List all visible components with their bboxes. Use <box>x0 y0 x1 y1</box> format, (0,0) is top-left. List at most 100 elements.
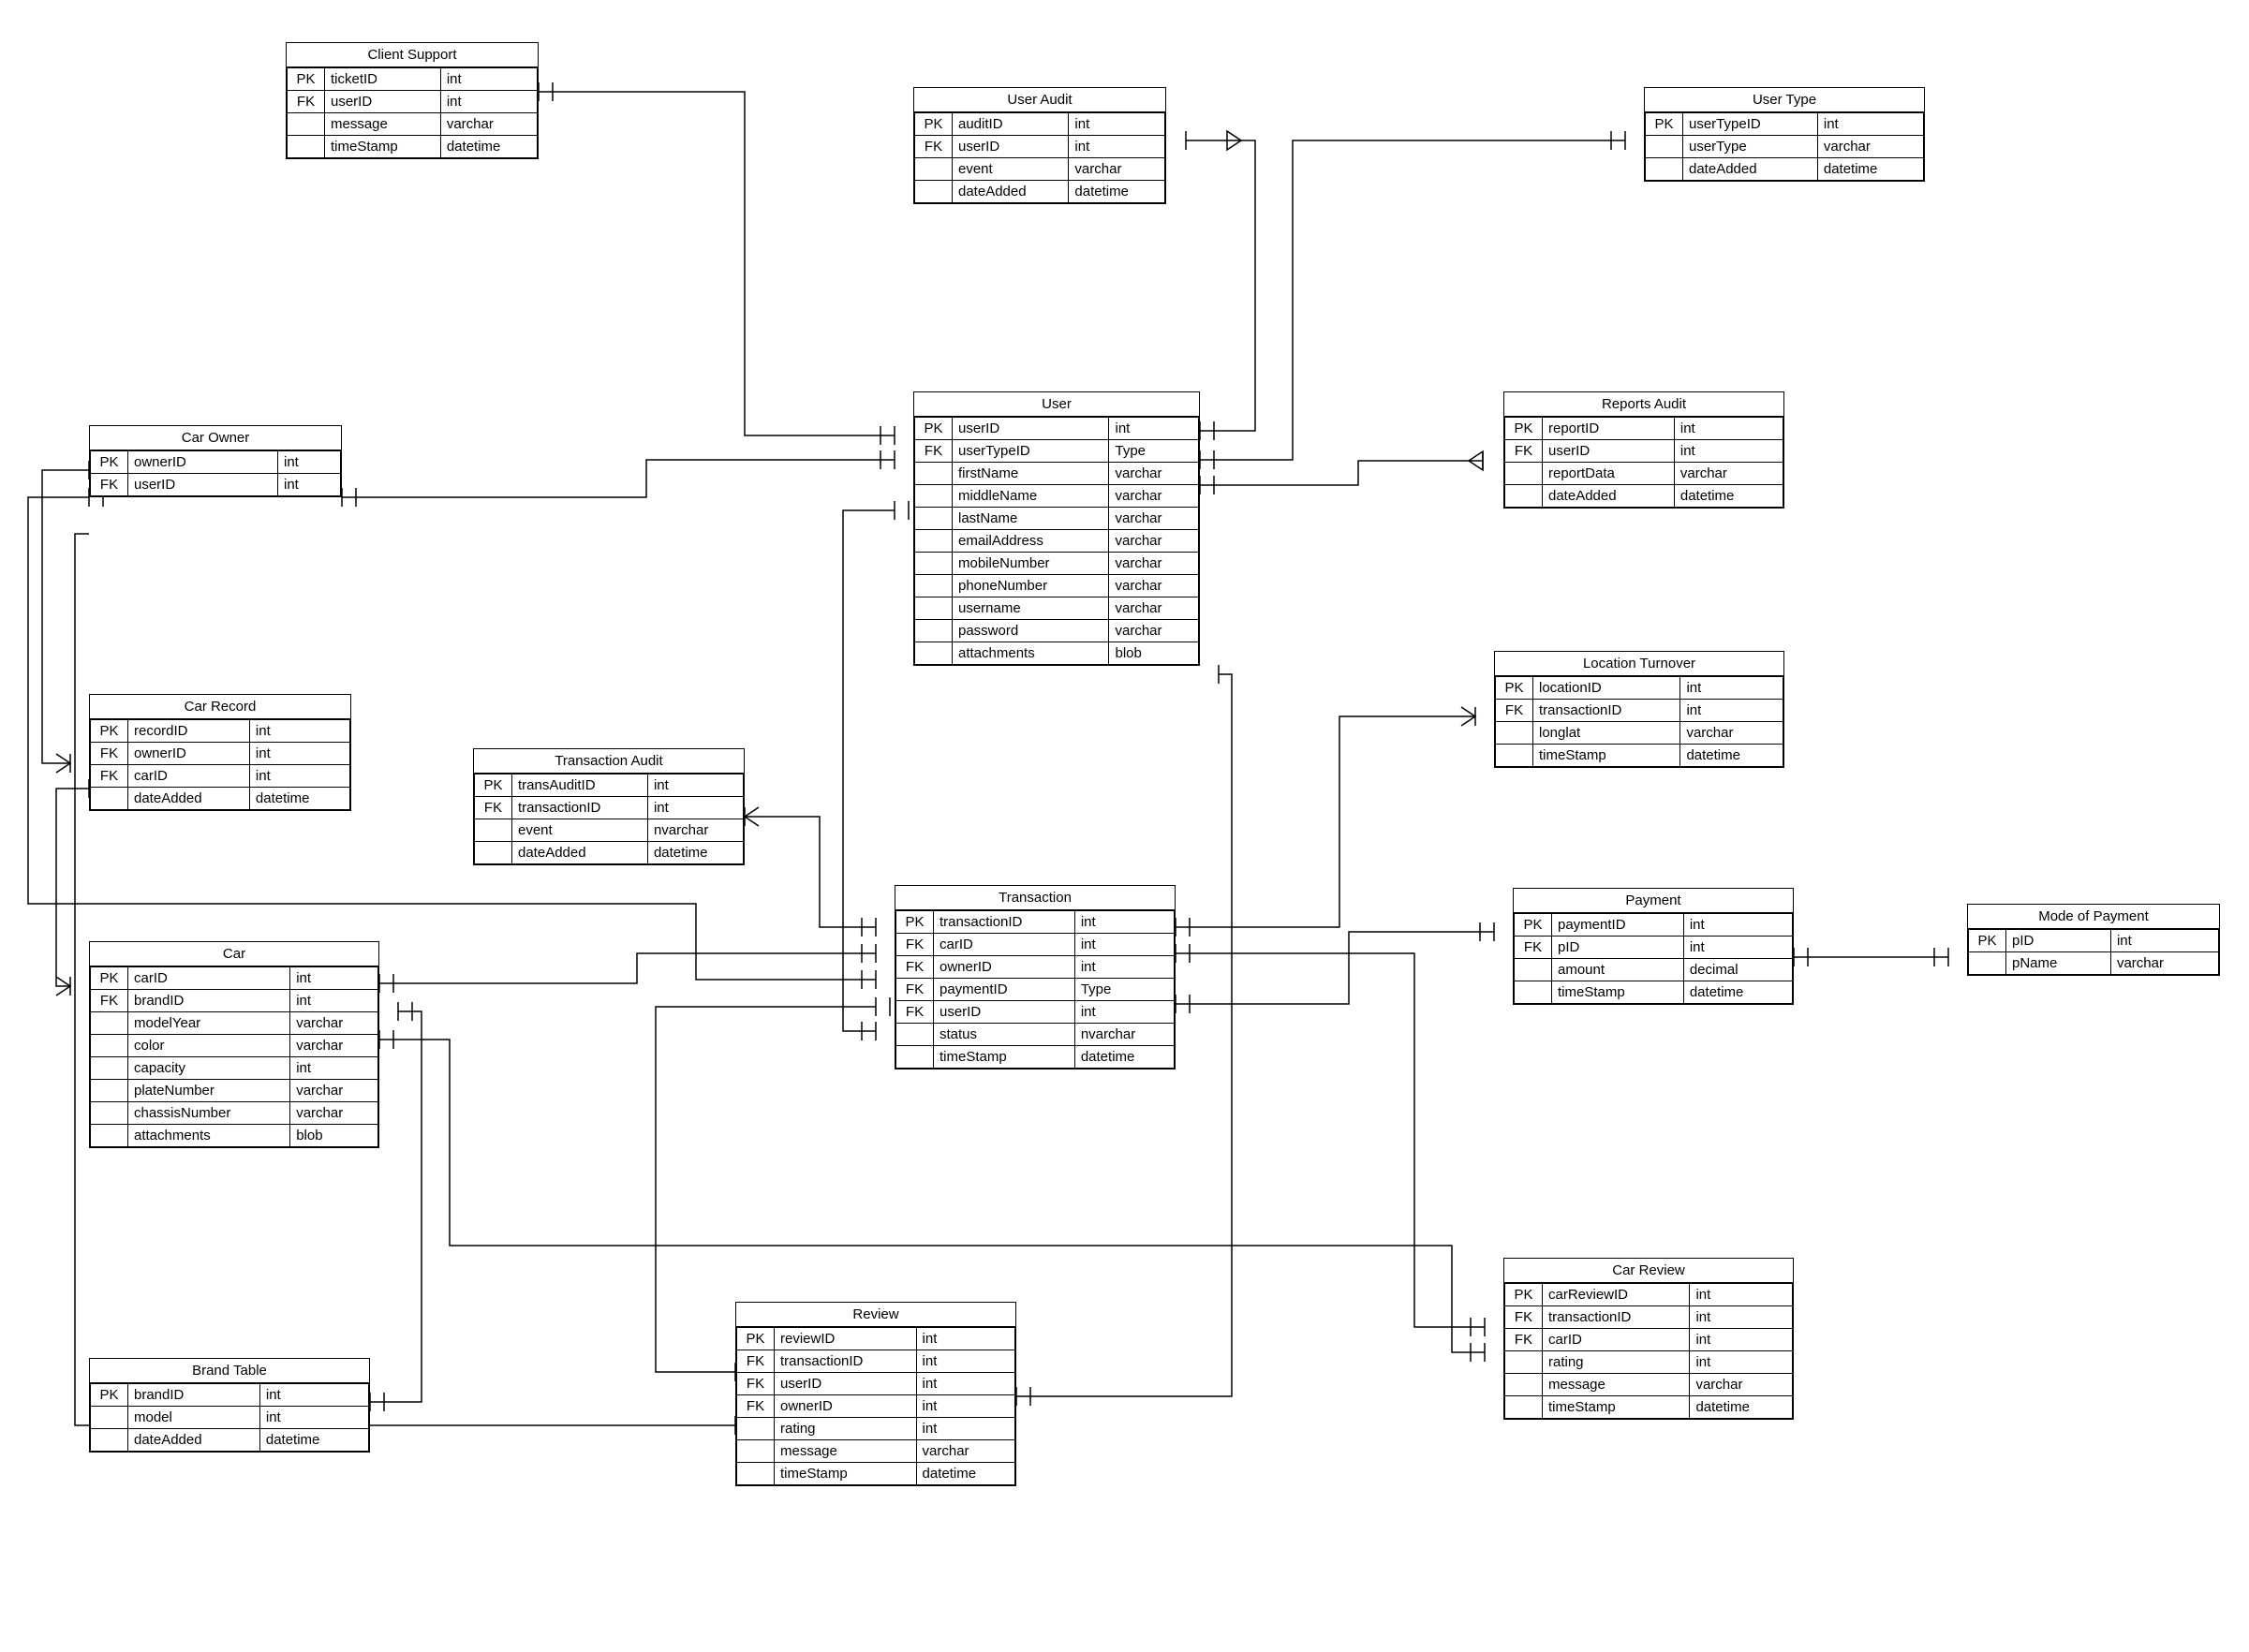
column-key <box>1505 1374 1543 1396</box>
column-name: ticketID <box>325 68 441 91</box>
column-key: PK <box>91 1384 128 1407</box>
column-type: datetime <box>1817 158 1923 181</box>
entity-columns: PKpaymentIDintFKpIDintamountdecimaltimeS… <box>1514 913 1793 1004</box>
table-row: amountdecimal <box>1515 959 1793 981</box>
column-name: userID <box>953 136 1069 158</box>
column-name: emailAddress <box>953 530 1109 553</box>
column-type: int <box>647 774 743 797</box>
table-row: statusnvarchar <box>896 1024 1175 1046</box>
column-type: int <box>1069 113 1165 136</box>
column-key <box>475 819 512 842</box>
entity-title: Mode of Payment <box>1968 905 2219 929</box>
entity-title: Brand Table <box>90 1359 369 1383</box>
column-key: PK <box>1515 914 1552 937</box>
table-row: FKuserIDint <box>91 474 341 496</box>
entity-title: Car Owner <box>90 426 341 450</box>
column-type: int <box>1074 934 1174 956</box>
table-row: FKtransactionIDint <box>475 797 744 819</box>
entity-columns: PKauditIDintFKuserIDinteventvarchardateA… <box>914 112 1165 203</box>
table-row: dateAddeddatetime <box>1505 485 1783 508</box>
table-row: PKpaymentIDint <box>1515 914 1793 937</box>
column-name: carReviewID <box>1543 1284 1690 1306</box>
table-row: ratingint <box>1505 1351 1793 1374</box>
column-key: PK <box>91 720 128 743</box>
column-name: dateAdded <box>512 842 648 864</box>
column-key <box>288 136 325 158</box>
column-key <box>91 788 128 810</box>
column-type: int <box>1690 1284 1793 1306</box>
entity-title: User <box>914 392 1199 417</box>
table-row: timeStampdatetime <box>288 136 538 158</box>
column-name: attachments <box>128 1125 290 1147</box>
column-type: int <box>259 1384 368 1407</box>
column-type: varchar <box>1817 136 1923 158</box>
column-key <box>91 1407 128 1429</box>
column-key: PK <box>1505 418 1543 440</box>
entity-title: Client Support <box>287 43 538 67</box>
table-row: modelint <box>91 1407 369 1429</box>
column-type: int <box>259 1407 368 1429</box>
column-name: timeStamp <box>1543 1396 1690 1419</box>
table-row: mobileNumbervarchar <box>915 553 1199 575</box>
table-row: firstNamevarchar <box>915 463 1199 485</box>
table-row: FKuserTypeIDType <box>915 440 1199 463</box>
column-type: int <box>916 1395 1014 1418</box>
column-name: timeStamp <box>1552 981 1684 1004</box>
column-name: event <box>953 158 1069 181</box>
column-key <box>91 1057 128 1080</box>
column-key <box>915 508 953 530</box>
entity-car-review: Car ReviewPKcarReviewIDintFKtransactionI… <box>1503 1258 1794 1420</box>
column-name: rating <box>1543 1351 1690 1374</box>
column-type: int <box>916 1418 1014 1440</box>
column-key <box>1646 158 1683 181</box>
column-key <box>915 463 953 485</box>
column-name: timeStamp <box>325 136 441 158</box>
column-name: event <box>512 819 648 842</box>
table-row: dateAddeddatetime <box>91 788 350 810</box>
column-key <box>915 530 953 553</box>
column-type: varchar <box>1109 463 1199 485</box>
column-type: varchar <box>1109 485 1199 508</box>
entity-user-audit: User AuditPKauditIDintFKuserIDinteventva… <box>913 87 1166 204</box>
column-name: middleName <box>953 485 1109 508</box>
column-key <box>1646 136 1683 158</box>
table-row: messagevarchar <box>1505 1374 1793 1396</box>
column-key <box>1505 1351 1543 1374</box>
column-type: int <box>249 743 349 765</box>
entity-reports-audit: Reports AuditPKreportIDintFKuserIDintrep… <box>1503 391 1784 509</box>
column-key: FK <box>915 136 953 158</box>
column-type: blob <box>1109 642 1199 665</box>
column-key: PK <box>915 418 953 440</box>
column-type: int <box>2110 930 2218 952</box>
column-name: ownerID <box>128 743 250 765</box>
entity-columns: PKrecordIDintFKownerIDintFKcarIDintdateA… <box>90 719 350 810</box>
column-type: int <box>1817 113 1923 136</box>
column-key: FK <box>1515 937 1552 959</box>
column-type: datetime <box>1069 181 1165 203</box>
column-name: dateAdded <box>128 1429 260 1452</box>
table-row: FKtransactionIDint <box>1496 700 1783 722</box>
column-key <box>475 842 512 864</box>
table-row: FKownerIDint <box>91 743 350 765</box>
table-row: FKtransactionIDint <box>737 1350 1015 1373</box>
entity-brand-table: Brand TablePKbrandIDintmodelintdateAdded… <box>89 1358 370 1453</box>
column-name: firstName <box>953 463 1109 485</box>
column-type: int <box>1109 418 1199 440</box>
table-row: PKlocationIDint <box>1496 677 1783 700</box>
entity-columns: PKuserIDintFKuserTypeIDTypefirstNamevarc… <box>914 417 1199 665</box>
column-type: Type <box>1074 979 1174 1001</box>
column-name: ownerID <box>128 451 278 474</box>
column-key: PK <box>915 113 953 136</box>
table-row: FKuserIDint <box>915 136 1165 158</box>
column-type: varchar <box>1109 530 1199 553</box>
entity-transaction: TransactionPKtransactionIDintFKcarIDintF… <box>895 885 1176 1069</box>
column-type: datetime <box>259 1429 368 1452</box>
entity-user-type: User TypePKuserTypeIDintuserTypevarchard… <box>1644 87 1925 182</box>
column-type: varchar <box>290 1012 378 1035</box>
column-type: varchar <box>290 1102 378 1125</box>
column-type: nvarchar <box>647 819 743 842</box>
column-name: carID <box>128 967 290 990</box>
column-key <box>915 553 953 575</box>
column-key: FK <box>288 91 325 113</box>
table-row: dateAddeddatetime <box>91 1429 369 1452</box>
